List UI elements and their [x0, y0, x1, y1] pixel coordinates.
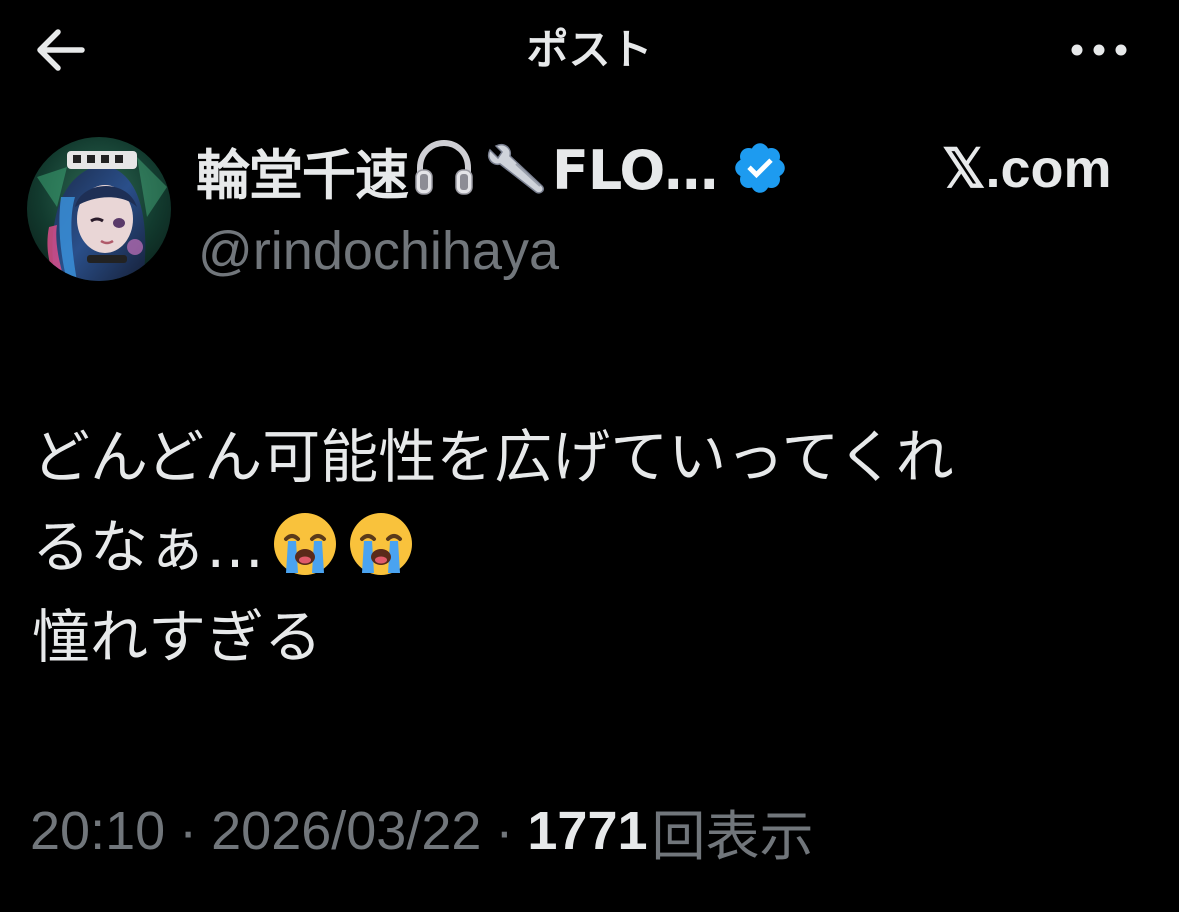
views-label: 回表示 [651, 804, 814, 868]
tweet-text: どんどん可能性を広げていってくれ るなぁ… 憧れすぎる [32, 412, 1162, 682]
wrench-icon [480, 138, 552, 202]
views-count[interactable]: 1771 [527, 800, 647, 862]
tweet-line-2-text: るなぁ… [32, 513, 265, 581]
loudly-crying-face-icon [270, 509, 340, 579]
tweet-line-2: るなぁ… [32, 502, 1162, 592]
avatar-image [27, 137, 171, 281]
meta-separator: · [495, 801, 514, 861]
more-horizontal-icon [1071, 44, 1127, 56]
meta-separator: · [179, 801, 198, 861]
more-button[interactable] [1067, 24, 1131, 76]
avatar[interactable] [27, 137, 171, 281]
headphones-icon [412, 138, 476, 202]
page-title: ポスト [526, 25, 653, 74]
source-link[interactable]: 𝕏.com [942, 136, 1112, 200]
post-date[interactable]: 2026/03/22 [211, 800, 481, 862]
tweet-line-1: どんどん可能性を広げていってくれ [32, 423, 954, 491]
display-name: 輪堂千速 [196, 143, 409, 207]
post-time[interactable]: 20:10 [30, 800, 165, 862]
loudly-crying-face-icon [346, 509, 416, 579]
author-handle[interactable]: @rindochihaya [198, 220, 559, 282]
author-name[interactable]: 輪堂千速 FLO… [196, 138, 789, 207]
tweet-meta: 20:10 · 2026/03/22 · 1771 回表示 [30, 796, 814, 868]
display-name-truncated: FLO… [552, 138, 718, 202]
verified-badge-icon[interactable] [731, 139, 789, 201]
tweet-line-3: 憧れすぎる [32, 603, 323, 671]
top-bar: ポスト [0, 0, 1179, 100]
